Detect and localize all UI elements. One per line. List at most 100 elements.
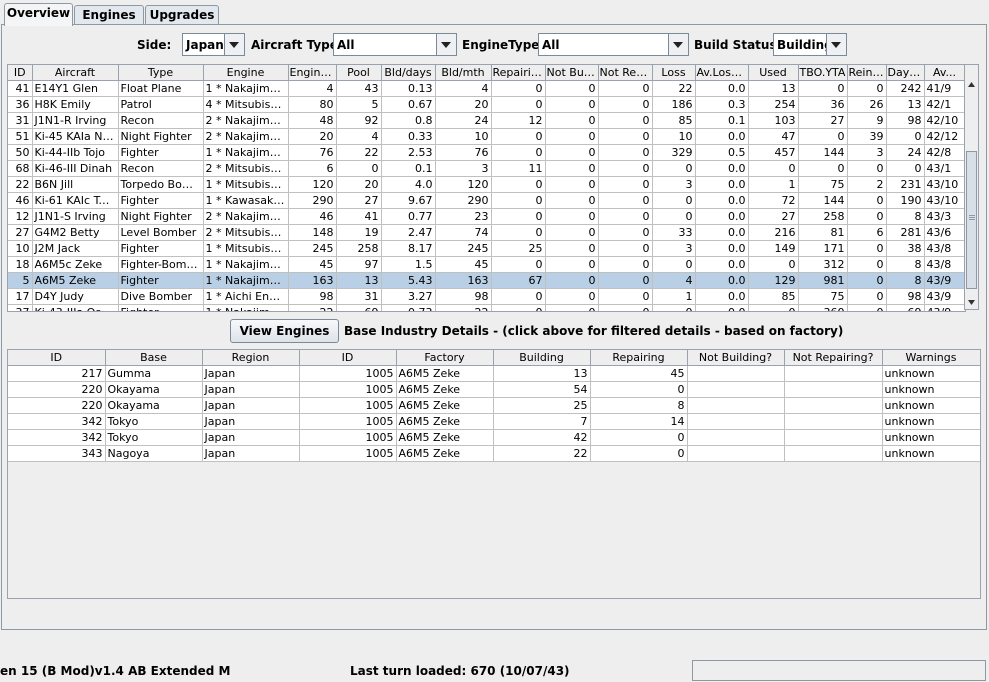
column-header[interactable]: Bld/mth <box>435 65 492 81</box>
table-row[interactable]: 12 J1N1-S Irving Night Fighter 2 * Nakajima… <box>8 208 965 225</box>
column-header[interactable]: Building <box>493 350 591 366</box>
column-header[interactable]: Not Rep... <box>598 65 653 81</box>
column-header[interactable]: Loss <box>652 65 696 81</box>
table-cell <box>784 445 883 462</box>
table-cell: 46 <box>8 192 33 209</box>
table-cell: 27 <box>748 208 799 225</box>
table-cell: 1 <box>748 176 799 193</box>
table-cell: Ki-45 KAIa Nick <box>32 128 119 145</box>
scroll-up-icon[interactable] <box>965 78 978 92</box>
tab-engines[interactable]: Engines <box>74 5 144 25</box>
chevron-down-icon[interactable] <box>436 34 456 55</box>
table-cell: 98 <box>288 288 337 305</box>
chevron-down-icon[interactable] <box>224 34 244 55</box>
table-row[interactable]: 342 Tokyo Japan 1005 A6M5 Zeke 7 14 unknown <box>8 413 980 430</box>
column-header[interactable]: Repairing <box>590 350 688 366</box>
column-header[interactable]: Repairing <box>491 65 546 81</box>
table-row[interactable]: 18 A6M5c Zeke Fighter-Bomber 1 * Nakajima .… <box>8 256 965 273</box>
column-header[interactable]: Days... <box>886 65 925 81</box>
column-header[interactable]: Warnings <box>882 350 980 366</box>
table-row[interactable]: 220 Okayama Japan 1005 A6M5 Zeke 25 8 unknown <box>8 397 980 414</box>
column-header[interactable]: Aircraft <box>32 65 119 81</box>
table-cell: 0 <box>847 304 887 311</box>
scroll-down-icon[interactable] <box>965 295 978 309</box>
table-cell: 1005 <box>299 413 397 430</box>
column-header[interactable]: Used <box>748 65 799 81</box>
table-cell: unknown <box>882 429 980 446</box>
table-row[interactable]: 68 Ki-46-III Dinah Recon 2 * Mitsubishi ...… <box>8 160 965 177</box>
table-cell: 22 <box>288 304 337 311</box>
table-cell: 43 <box>336 80 382 97</box>
column-header[interactable]: Av.Loss... <box>695 65 749 81</box>
table-cell: 220 <box>8 397 106 414</box>
view-engines-button[interactable]: View Engines <box>230 319 339 343</box>
table-cell: 54 <box>493 381 591 398</box>
column-header[interactable]: Pool <box>336 65 382 81</box>
chevron-down-icon[interactable] <box>668 34 688 55</box>
table-row[interactable]: 50 Ki-44-IIb Tojo Fighter 1 * Nakajima ... 7… <box>8 144 965 161</box>
column-header[interactable]: Base <box>105 350 203 366</box>
table-cell: 92 <box>336 112 382 129</box>
table-cell: 43/8 <box>924 256 965 273</box>
table-cell: Ki-44-IIb Tojo <box>32 144 119 161</box>
column-header[interactable]: Av... <box>924 65 965 81</box>
column-header[interactable]: Reinf... <box>847 65 887 81</box>
table-cell <box>687 413 785 430</box>
table-cell: 342 <box>8 413 106 430</box>
table-row[interactable]: 27 G4M2 Betty Level Bomber 2 * Mitsubishi .… <box>8 224 965 241</box>
table-cell: 0.0 <box>695 240 749 257</box>
table-row[interactable]: 41 E14Y1 Glen Float Plane 1 * Nakajima ... 4… <box>8 80 965 97</box>
table-cell: 0 <box>545 304 599 311</box>
column-header[interactable]: Bld/days <box>381 65 436 81</box>
table-row[interactable]: 17D4Y JudyDive Bomber1 * Aichi Engines98… <box>8 288 965 305</box>
column-header[interactable]: Region <box>202 350 300 366</box>
engine-type-select[interactable]: All <box>538 33 689 56</box>
table-cell: 75 <box>798 288 848 305</box>
column-header[interactable]: Factory <box>396 350 494 366</box>
column-header[interactable]: Not Building? <box>687 350 785 366</box>
tab-upgrades[interactable]: Upgrades <box>145 5 219 25</box>
table-cell: 0.0 <box>695 208 749 225</box>
table-cell: 22 <box>8 176 33 193</box>
table-row[interactable]: 342 Tokyo Japan 1005 A6M5 Zeke 42 0 unknown <box>8 429 980 446</box>
table-cell: unknown <box>882 365 980 382</box>
column-header[interactable]: Type <box>118 65 204 81</box>
table-cell: 42/10 <box>924 112 965 129</box>
aircraft-type-select[interactable]: All <box>333 33 457 56</box>
scrollbar-thumb[interactable] <box>966 151 977 289</box>
table-row[interactable]: 343 Nagoya Japan 1005 A6M5 Zeke 22 0 unknown <box>8 445 980 462</box>
column-header[interactable]: Not Buil... <box>545 65 599 81</box>
column-header[interactable]: ID <box>8 350 106 366</box>
table-cell: 0 <box>798 160 848 177</box>
column-header[interactable]: Engine <box>203 65 289 81</box>
table-cell: 0 <box>545 160 599 177</box>
table-cell: 0.0 <box>695 192 749 209</box>
table-cell: 0 <box>590 381 688 398</box>
chevron-down-icon[interactable] <box>826 34 846 55</box>
table-row[interactable]: 51 Ki-45 KAIa Nick Night Fighter 2 * Nakaji… <box>8 128 965 145</box>
table-row[interactable]: 22 B6N Jill Torpedo Bomber 1 * Mitsubishi .… <box>8 176 965 193</box>
table-cell: 33 <box>652 224 696 241</box>
column-header[interactable]: Engine... <box>288 65 337 81</box>
column-header[interactable]: ID <box>8 65 33 81</box>
table-row[interactable]: 46 Ki-61 KAIc Tony Fighter 1 * Kawasaki ...… <box>8 192 965 209</box>
table-cell: 6 <box>288 160 337 177</box>
table-cell: Japan <box>202 365 300 382</box>
tab-overview[interactable]: Overview <box>4 3 73 26</box>
table-row[interactable]: 10 J2M Jack Fighter 1 * Mitsubishi ... 245 25… <box>8 240 965 257</box>
column-header[interactable]: ID <box>299 350 397 366</box>
table-cell: A6M5 Zeke <box>396 445 494 462</box>
column-header[interactable]: TBO.YTA <box>798 65 848 81</box>
aircraft-table-scrollbar[interactable] <box>964 64 979 310</box>
table-row[interactable]: 5 A6M5 Zeke Fighter 1 * Nakajima ... 163 13 5.… <box>8 272 965 289</box>
table-cell: 22 <box>336 144 382 161</box>
column-header[interactable]: Not Repairing? <box>784 350 883 366</box>
build-status-select[interactable]: Building <box>773 33 847 56</box>
table-row[interactable]: 217 Gumma Japan 1005 A6M5 Zeke 13 45 unknown <box>8 365 980 382</box>
table-row[interactable]: 31 J1N1-R Irving Recon 2 * Nakajima ... 48 92… <box>8 112 965 129</box>
table-cell: 74 <box>435 224 492 241</box>
table-row[interactable]: 220 Okayama Japan 1005 A6M5 Zeke 54 0 unknown <box>8 381 980 398</box>
side-select[interactable]: Japan <box>182 33 245 56</box>
table-row[interactable]: 36 H8K Emily Patrol 4 * Mitsubishi ... 80 5 0.… <box>8 96 965 113</box>
table-row[interactable]: 37Ki-43-IIIa OscarFighter1 * Nakajima ..… <box>8 304 965 311</box>
